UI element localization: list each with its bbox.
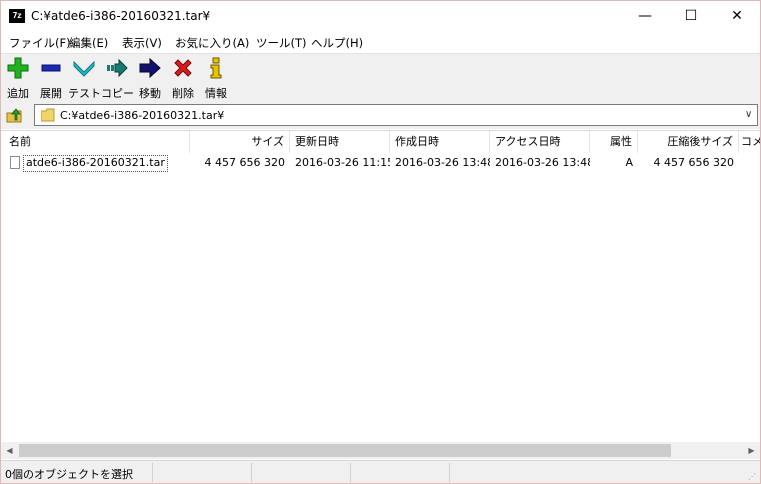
toolbar: 追加 展開 テスト コピー 移動 削除 情報 xyxy=(1,53,760,102)
file-created: 2016-03-26 13:48 xyxy=(395,156,490,169)
column-accessed[interactable]: アクセス日時 xyxy=(490,131,590,153)
maximize-button[interactable]: ☐ xyxy=(668,1,714,31)
status-divider xyxy=(251,463,252,482)
file-name[interactable]: atde6-i386-20160321.tar xyxy=(23,155,168,172)
address-combobox[interactable]: C:¥atde6-i386-20160321.tar¥ ∨ xyxy=(34,104,758,126)
close-button[interactable]: ✕ xyxy=(714,1,760,31)
table-row[interactable]: atde6-i386-20160321.tar 4 457 656 320 20… xyxy=(1,154,760,172)
scroll-thumb[interactable] xyxy=(19,444,671,457)
menu-tools[interactable]: ツール(T) xyxy=(256,35,307,51)
status-divider xyxy=(350,463,351,482)
column-modified[interactable]: 更新日時 xyxy=(290,131,390,153)
folder-up-icon xyxy=(6,108,22,123)
column-comment[interactable]: コメ xyxy=(739,131,760,153)
7zip-app-icon[interactable]: 7z xyxy=(9,9,25,23)
add-button[interactable]: 追加 xyxy=(2,56,34,101)
menu-bar: ファイル(F) 編集(E) 表示(V) お気に入り(A) ツール(T) ヘルプ(… xyxy=(1,32,760,52)
file-packed-size: 4 457 656 320 xyxy=(653,156,734,169)
file-icon xyxy=(10,156,20,169)
double-arrow-icon xyxy=(106,57,128,79)
address-row: C:¥atde6-i386-20160321.tar¥ ∨ xyxy=(1,102,760,129)
column-name[interactable]: 名前 xyxy=(1,131,190,153)
copy-button[interactable]: コピー xyxy=(101,56,134,101)
info-label: 情報 xyxy=(205,87,227,100)
minus-icon xyxy=(40,57,62,79)
scroll-left-icon[interactable]: ◀ xyxy=(1,442,18,459)
column-packed-size[interactable]: 圧縮後サイズ xyxy=(638,131,739,153)
scroll-right-icon[interactable]: ▶ xyxy=(743,442,760,459)
folder-icon xyxy=(40,108,55,122)
add-label: 追加 xyxy=(7,87,29,100)
move-button[interactable]: 移動 xyxy=(134,56,166,101)
extract-button[interactable]: 展開 xyxy=(35,56,67,101)
resize-grip-icon[interactable]: ⋰ xyxy=(748,472,758,482)
menu-help[interactable]: ヘルプ(H) xyxy=(311,35,363,51)
info-icon xyxy=(205,57,227,79)
menu-view[interactable]: 表示(V) xyxy=(122,35,162,51)
plus-icon xyxy=(7,57,29,79)
copy-label: コピー xyxy=(101,87,134,100)
minimize-button[interactable]: — xyxy=(622,1,668,31)
column-header: 名前 サイズ 更新日時 作成日時 アクセス日時 属性 圧縮後サイズ コメ xyxy=(1,131,760,153)
address-path: C:¥atde6-i386-20160321.tar¥ xyxy=(60,109,225,122)
file-modified: 2016-03-26 11:15 xyxy=(295,156,390,169)
file-size: 4 457 656 320 xyxy=(204,156,285,169)
file-list[interactable]: 名前 サイズ 更新日時 作成日時 アクセス日時 属性 圧縮後サイズ コメ atd… xyxy=(1,130,760,444)
file-accessed: 2016-03-26 13:48 xyxy=(495,156,590,169)
move-label: 移動 xyxy=(139,87,161,100)
column-attributes[interactable]: 属性 xyxy=(590,131,638,153)
menu-file[interactable]: ファイル(F) xyxy=(9,35,71,51)
test-button[interactable]: テスト xyxy=(68,56,101,101)
status-bar: 0個のオブジェクトを選択 ⋰ xyxy=(1,460,760,483)
check-icon xyxy=(73,57,95,79)
window-title: C:¥atde6-i386-20160321.tar¥ xyxy=(31,9,211,23)
extract-label: 展開 xyxy=(40,87,62,100)
column-created[interactable]: 作成日時 xyxy=(390,131,490,153)
status-divider xyxy=(449,463,450,482)
chevron-down-icon[interactable]: ∨ xyxy=(745,109,755,121)
info-button[interactable]: 情報 xyxy=(200,56,232,101)
delete-label: 削除 xyxy=(172,87,194,100)
status-text: 0個のオブジェクトを選択 xyxy=(5,468,133,481)
menu-edit[interactable]: 編集(E) xyxy=(69,35,108,51)
parent-folder-button[interactable] xyxy=(5,105,25,125)
title-bar[interactable]: 7z C:¥atde6-i386-20160321.tar¥ — ☐ ✕ xyxy=(1,1,760,31)
test-label: テスト xyxy=(68,87,101,100)
arrow-right-icon xyxy=(139,57,161,79)
column-size[interactable]: サイズ xyxy=(190,131,290,153)
x-icon xyxy=(172,57,194,79)
status-divider xyxy=(152,463,153,482)
archive-window: 7z C:¥atde6-i386-20160321.tar¥ — ☐ ✕ ファイ… xyxy=(0,0,761,484)
delete-button[interactable]: 削除 xyxy=(167,56,199,101)
horizontal-scrollbar[interactable]: ◀ ▶ xyxy=(1,442,760,459)
file-attributes: A xyxy=(625,156,633,169)
menu-favorites[interactable]: お気に入り(A) xyxy=(175,35,249,51)
